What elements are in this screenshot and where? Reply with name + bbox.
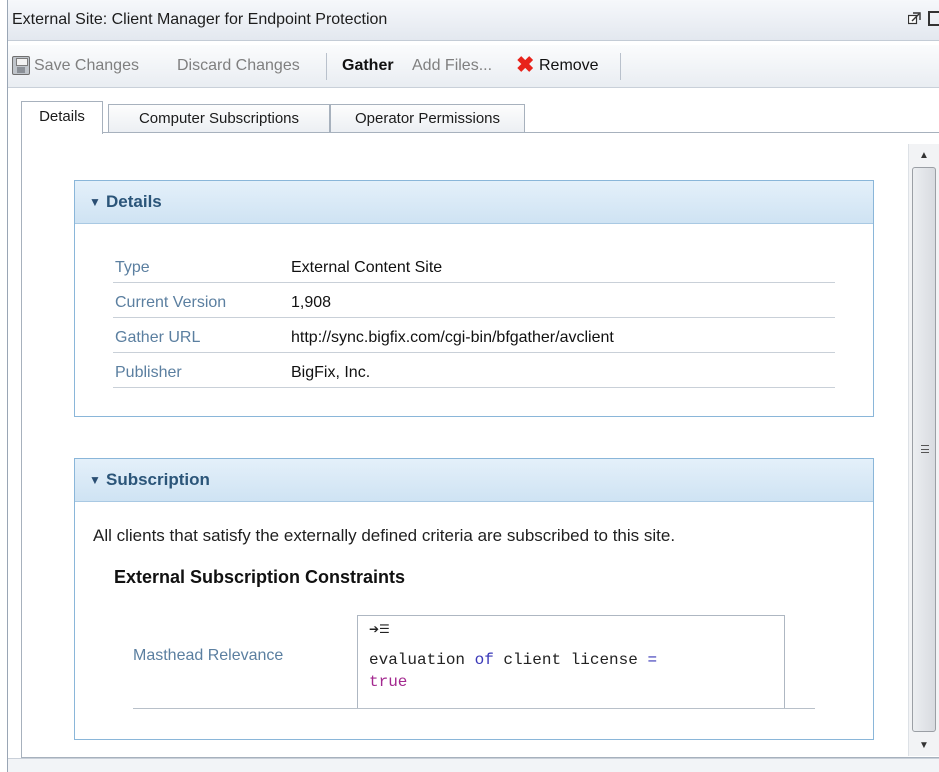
details-panel-header[interactable]: ▼ Details [75, 181, 873, 224]
relevance-keyword: of [474, 651, 494, 669]
masthead-relevance-label: Masthead Relevance [133, 647, 284, 664]
maximize-icon[interactable] [928, 11, 939, 26]
property-row-publisher: Publisher BigFix, Inc. [113, 359, 835, 388]
remove-button[interactable]: Remove [539, 57, 599, 75]
subscription-description: All clients that satisfy the externally … [93, 526, 676, 545]
gather-button[interactable]: Gather [342, 57, 394, 75]
relevance-text: evaluation [369, 651, 475, 669]
property-row-gather-url: Gather URL http://sync.bigfix.com/cgi-bi… [113, 324, 835, 353]
save-changes-button[interactable]: Save Changes [34, 57, 139, 75]
property-label: Publisher [115, 364, 182, 381]
relevance-expression: evaluation of client license = true [369, 649, 657, 693]
tab-computer-subscriptions[interactable]: Computer Subscriptions [108, 104, 330, 132]
property-label: Gather URL [115, 329, 201, 346]
property-row-type: Type External Content Site [113, 254, 835, 283]
window-title: External Site: Client Manager for Endpoi… [12, 11, 388, 28]
caret-down-icon[interactable]: ▼ [89, 195, 101, 209]
remove-icon: ✖ [516, 52, 535, 77]
property-value: 1,908 [291, 294, 332, 311]
subscription-panel-title: Subscription [106, 470, 210, 489]
toolbar-separator [326, 53, 327, 80]
property-label: Type [115, 259, 150, 276]
title-bar: External Site: Client Manager for Endpoi… [8, 0, 939, 41]
vertical-scrollbar[interactable]: ▲ ▼ [908, 144, 939, 756]
property-value[interactable]: http://sync.bigfix.com/cgi-bin/bfgather/… [291, 329, 614, 347]
tab-details[interactable]: Details [21, 101, 103, 134]
toolbar: Save Changes Discard Changes Gather Add … [8, 45, 939, 88]
scroll-up-arrow-icon[interactable]: ▲ [909, 144, 939, 166]
external-site-window: External Site: Client Manager for Endpoi… [7, 0, 939, 772]
status-strip [8, 758, 939, 772]
caret-down-icon[interactable]: ▼ [89, 473, 101, 487]
tab-operator-permissions[interactable]: Operator Permissions [330, 104, 525, 132]
save-icon [12, 56, 30, 75]
window-controls [906, 10, 939, 30]
relevance-value: true [369, 673, 408, 691]
toolbar-separator [620, 53, 621, 80]
constraints-heading: External Subscription Constraints [114, 567, 406, 587]
details-panel: ▼ Details Type External Content Site Cur… [74, 180, 874, 417]
relevance-box[interactable]: ➔☰ evaluation of client license = true [357, 615, 785, 709]
details-panel-title: Details [106, 192, 162, 211]
scroll-down-arrow-icon[interactable]: ▼ [909, 734, 939, 756]
relevance-format-icon[interactable]: ➔☰ [369, 622, 390, 636]
discard-changes-button[interactable]: Discard Changes [177, 57, 300, 75]
property-label: Current Version [115, 294, 227, 311]
scroll-thumb[interactable] [912, 167, 936, 732]
subscription-panel: ▼ Subscription All clients that satisfy … [74, 458, 874, 740]
subscription-panel-header[interactable]: ▼ Subscription [75, 459, 873, 502]
row-divider [133, 708, 815, 709]
grip-icon [921, 445, 929, 453]
property-value: External Content Site [291, 259, 443, 276]
restore-window-icon[interactable] [908, 12, 921, 25]
add-files-button[interactable]: Add Files... [412, 57, 492, 75]
property-row-current-version: Current Version 1,908 [113, 289, 835, 318]
relevance-text: client license [493, 651, 648, 669]
relevance-operator: = [647, 651, 658, 669]
property-value: BigFix, Inc. [291, 364, 371, 381]
